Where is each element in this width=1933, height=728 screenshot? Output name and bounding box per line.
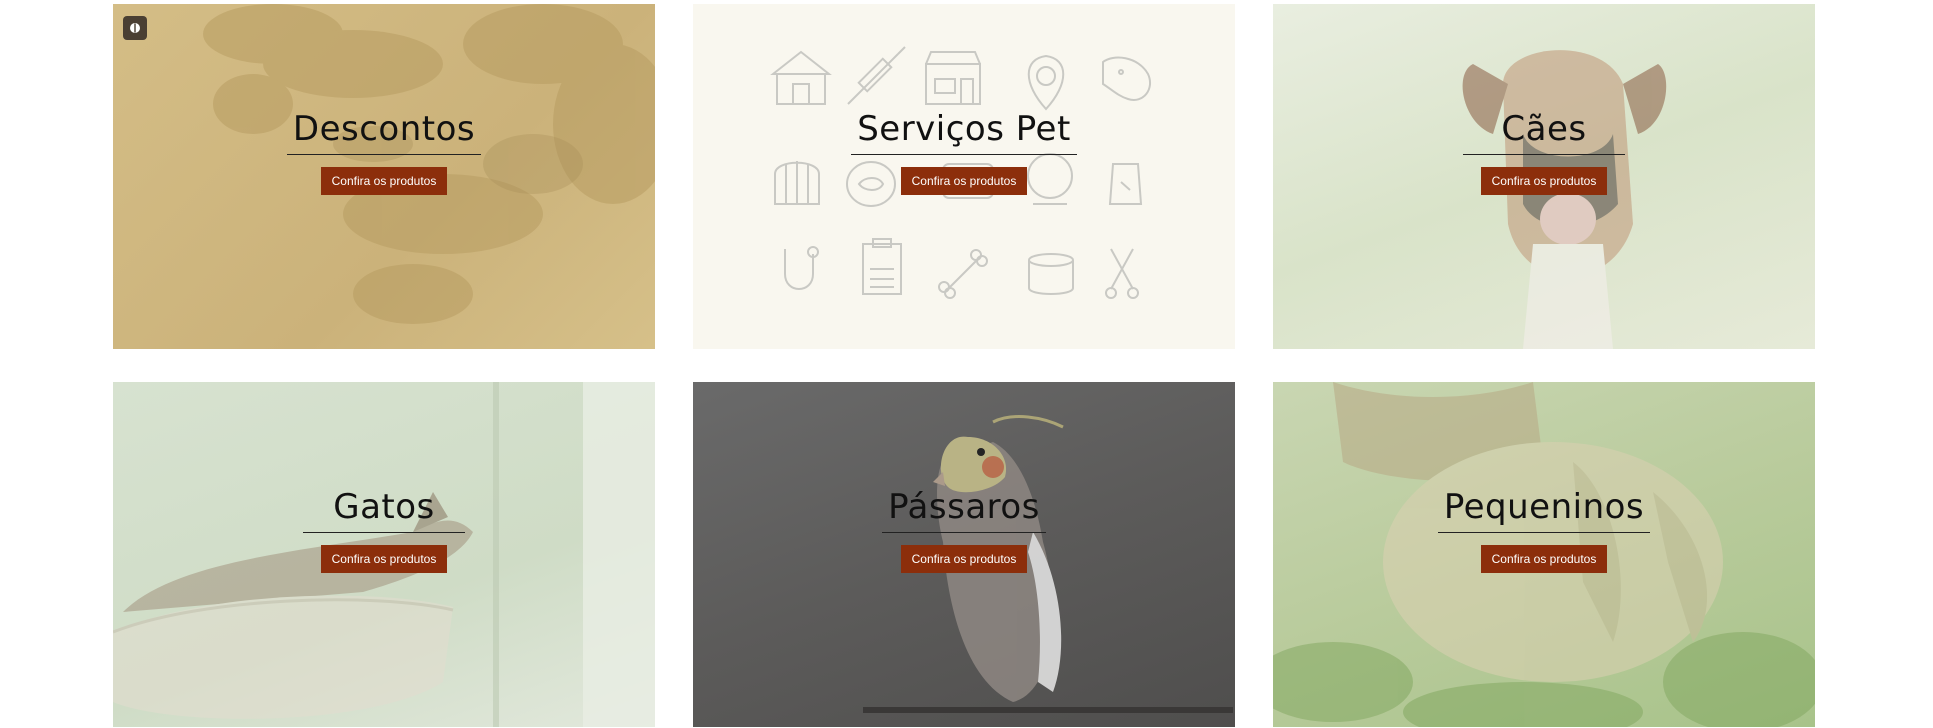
shop-products-button[interactable]: Confira os produtos [320,166,448,195]
category-card-passaros[interactable]: Pássaros Confira os produtos [693,382,1235,727]
accessibility-button[interactable] [123,16,147,40]
card-title: Descontos [286,109,482,155]
card-content: Descontos Confira os produtos [113,109,655,195]
card-content: Serviços Pet Confira os produtos [693,109,1235,195]
accessibility-icon [130,23,140,33]
card-content: Pássaros Confira os produtos [693,487,1235,573]
card-title: Pequeninos [1437,487,1651,533]
shop-products-button[interactable]: Confira os produtos [1480,544,1608,573]
map-pin-paw-icon [1027,54,1065,111]
card-content: Gatos Confira os produtos [113,487,655,573]
category-card-descontos[interactable]: Descontos Confira os produtos [113,4,655,349]
stethoscope-icon [784,246,819,290]
category-card-caes[interactable]: Cães Confira os produtos [1273,4,1815,349]
bone-icon [938,249,988,299]
shop-products-button[interactable]: Confira os produtos [900,166,1028,195]
card-title: Gatos [303,487,465,533]
card-title: Cães [1463,109,1625,155]
shop-products-button[interactable]: Confira os produtos [320,544,448,573]
card-content: Cães Confira os produtos [1273,109,1815,195]
categories-grid: Descontos Confira os produtos Serviços P… [0,0,1933,728]
pet-food-can-icon [1028,253,1074,295]
card-content: Pequeninos Confira os produtos [1273,487,1815,573]
shop-products-button[interactable]: Confira os produtos [900,544,1028,573]
dog-head-icon [1102,56,1151,101]
shop-products-button[interactable]: Confira os produtos [1480,166,1608,195]
clipboard-paw-icon [862,238,902,295]
card-title: Serviços Pet [851,109,1077,155]
category-card-pequeninos[interactable]: Pequeninos Confira os produtos [1273,382,1815,727]
scissors-icon [1105,248,1139,299]
dog-house-icon [770,50,832,105]
category-card-servicos-pet[interactable]: Serviços Pet Confira os produtos [693,4,1235,349]
category-card-gatos[interactable]: Gatos Confira os produtos [113,382,655,727]
pet-shop-icon [925,51,981,105]
syringe-icon [847,46,906,105]
card-title: Pássaros [882,487,1046,533]
